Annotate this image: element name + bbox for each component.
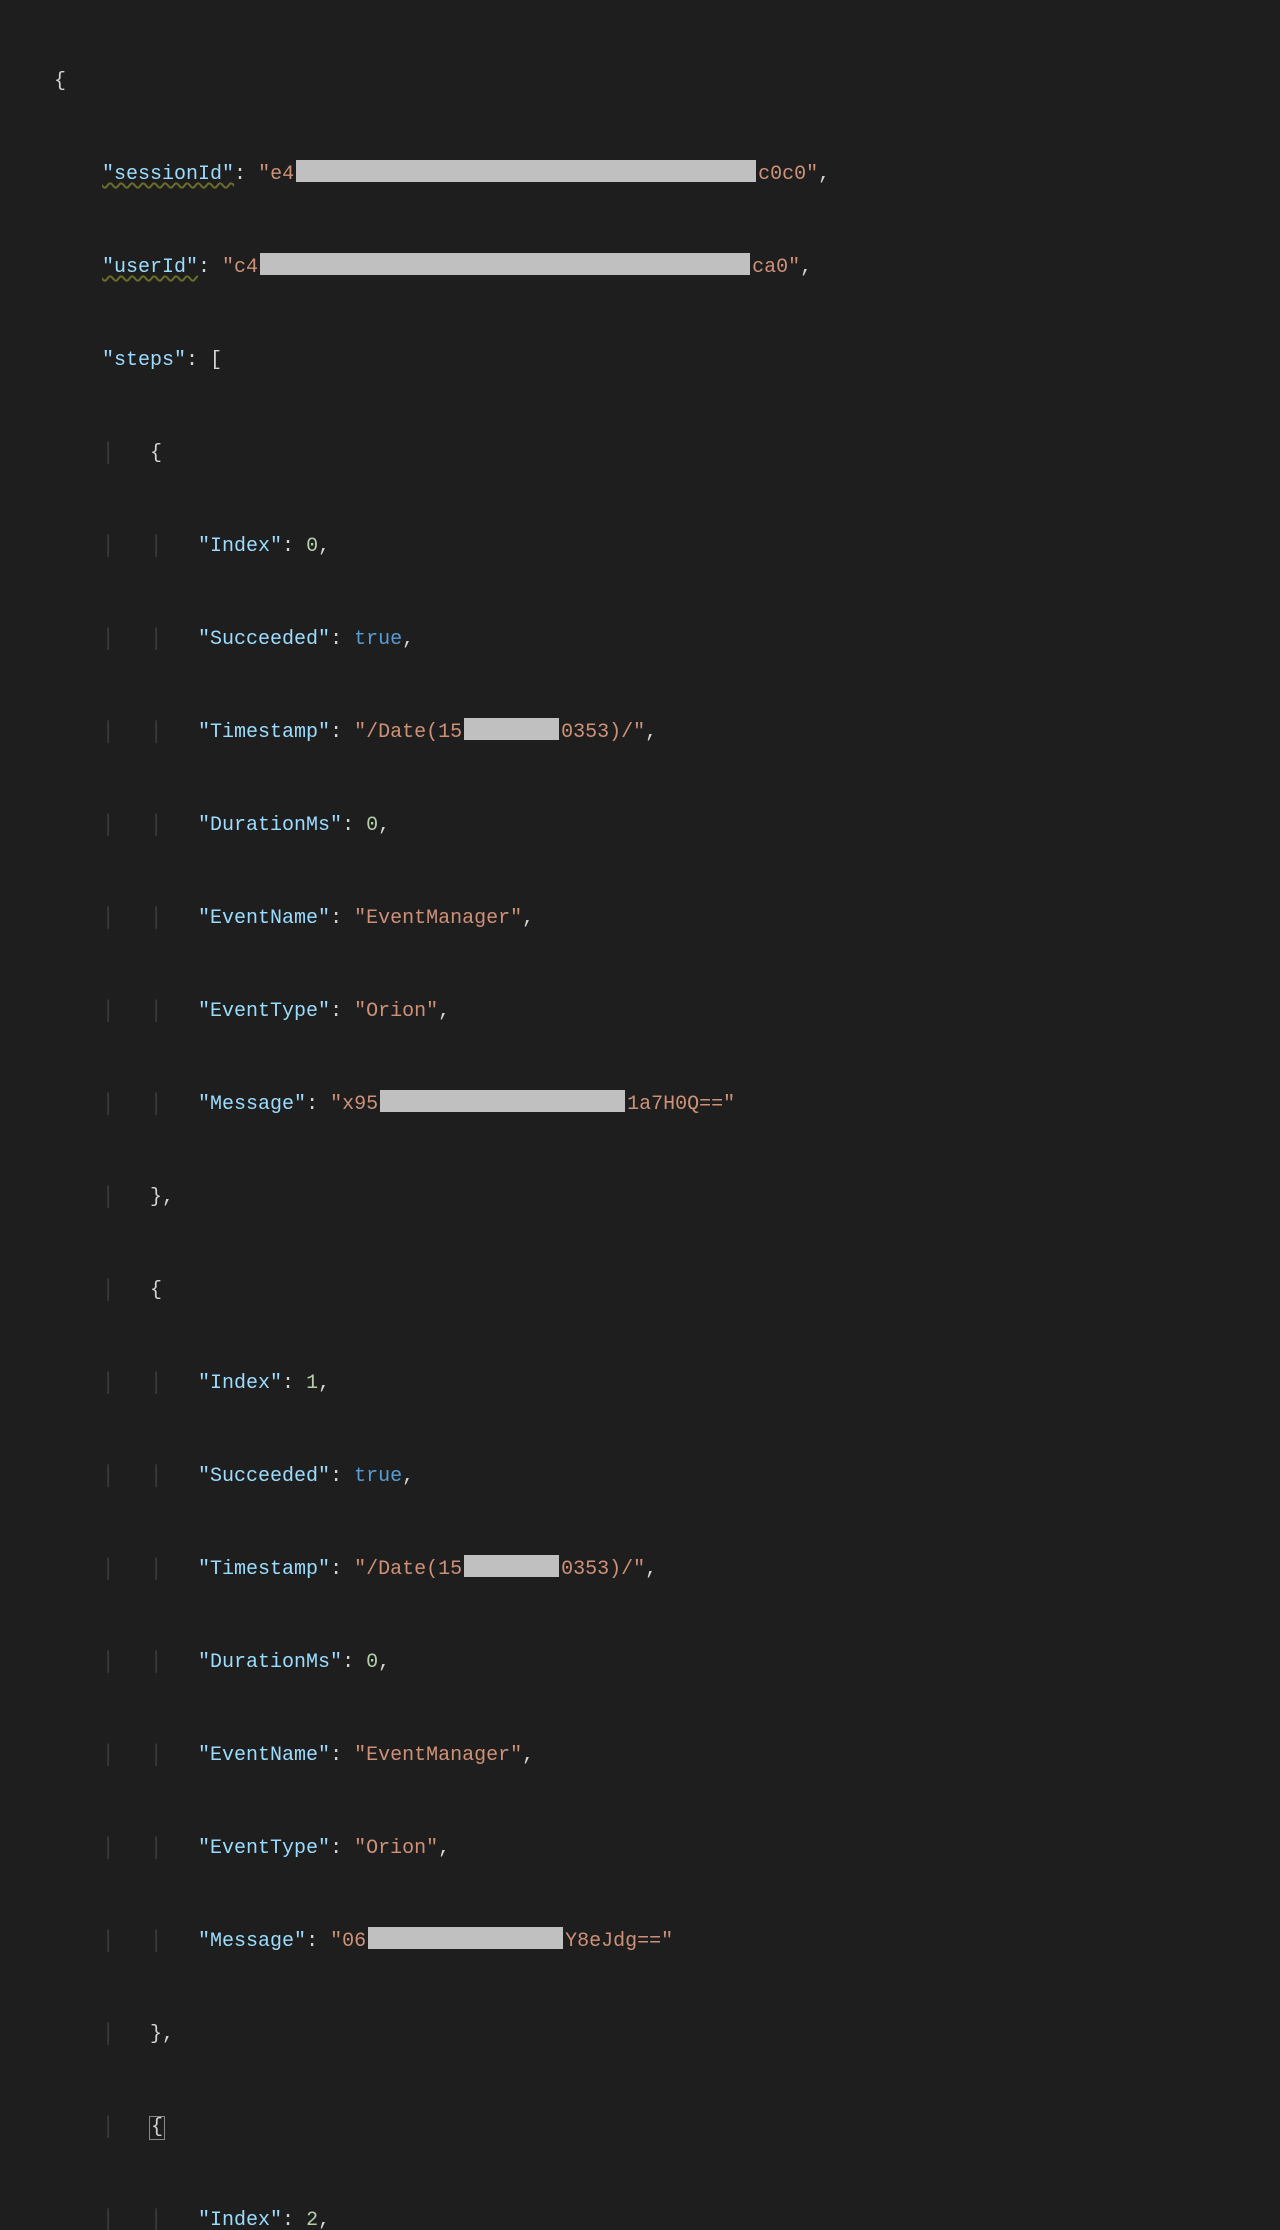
- code-line: │ │ "DurationMs": 0,: [30, 1647, 1280, 1678]
- code-line: "sessionId": "e4c0c0",: [30, 159, 1280, 190]
- message-suffix: Y8eJdg==": [565, 1930, 673, 1953]
- eventname-value: "EventManager": [354, 1744, 522, 1767]
- redaction-box: [296, 160, 756, 182]
- code-line: │ │ "DurationMs": 0,: [30, 810, 1280, 841]
- code-line: │ │ "Timestamp": "/Date(150353)/",: [30, 717, 1280, 748]
- code-line: "userId": "c4ca0",: [30, 252, 1280, 283]
- code-line: │ │ "Message": "x951a7H0Q==": [30, 1089, 1280, 1120]
- message-prefix: "x95: [330, 1093, 378, 1116]
- code-line: │ │ "Message": "06Y8eJdg==": [30, 1926, 1280, 1957]
- key-sessionId: "sessionId": [102, 163, 234, 186]
- code-line: │ │ "Index": 2,: [30, 2205, 1280, 2230]
- redaction-box: [464, 718, 559, 740]
- code-line: │ {: [30, 2112, 1280, 2143]
- code-line: │ │ "Index": 0,: [30, 531, 1280, 562]
- code-line: │ │ "EventName": "EventManager",: [30, 1740, 1280, 1771]
- code-line: │ │ "Timestamp": "/Date(150353)/",: [30, 1554, 1280, 1585]
- code-line: │ │ "EventType": "Orion",: [30, 996, 1280, 1027]
- code-line: "steps": [: [30, 345, 1280, 376]
- json-code-editor[interactable]: { "sessionId": "e4c0c0", "userId": "c4ca…: [30, 0, 1280, 2230]
- matched-brace-open: {: [149, 2116, 165, 2140]
- key-userId: "userId": [102, 256, 198, 279]
- redaction-box: [380, 1090, 625, 1112]
- sessionId-value-suffix: c0c0": [758, 163, 818, 186]
- redaction-box: [260, 253, 750, 275]
- message-prefix: "06: [330, 1930, 366, 1953]
- timestamp-suffix: 0353)/": [561, 1558, 645, 1581]
- code-line: │ {: [30, 1275, 1280, 1306]
- index-value: 0: [306, 535, 318, 558]
- code-line: │ │ "Succeeded": true,: [30, 1461, 1280, 1492]
- succeeded-value: true: [354, 628, 402, 651]
- timestamp-prefix: "/Date(15: [354, 1558, 462, 1581]
- code-line: {: [30, 66, 1280, 97]
- index-value: 1: [306, 1372, 318, 1395]
- timestamp-prefix: "/Date(15: [354, 721, 462, 744]
- code-line: │ {: [30, 438, 1280, 469]
- timestamp-suffix: 0353)/": [561, 721, 645, 744]
- brace-open: {: [54, 70, 66, 93]
- redaction-box: [368, 1927, 563, 1949]
- eventname-value: "EventManager": [354, 907, 522, 930]
- duration-value: 0: [366, 814, 378, 837]
- index-value: 2: [306, 2209, 318, 2230]
- eventtype-value: "Orion": [354, 1000, 438, 1023]
- eventtype-value: "Orion": [354, 1837, 438, 1860]
- userId-value-prefix: "c4: [222, 256, 258, 279]
- userId-value-suffix: ca0": [752, 256, 800, 279]
- code-line: │ │ "Succeeded": true,: [30, 624, 1280, 655]
- code-line: │ │ "EventName": "EventManager",: [30, 903, 1280, 934]
- code-line: │ },: [30, 1182, 1280, 1213]
- duration-value: 0: [366, 1651, 378, 1674]
- code-line: │ │ "Index": 1,: [30, 1368, 1280, 1399]
- key-steps: "steps": [102, 349, 186, 372]
- succeeded-value: true: [354, 1465, 402, 1488]
- code-line: │ │ "EventType": "Orion",: [30, 1833, 1280, 1864]
- bracket-open: [: [210, 349, 222, 372]
- code-line: │ },: [30, 2019, 1280, 2050]
- message-suffix: 1a7H0Q==": [627, 1093, 735, 1116]
- redaction-box: [464, 1555, 559, 1577]
- sessionId-value-prefix: "e4: [258, 163, 294, 186]
